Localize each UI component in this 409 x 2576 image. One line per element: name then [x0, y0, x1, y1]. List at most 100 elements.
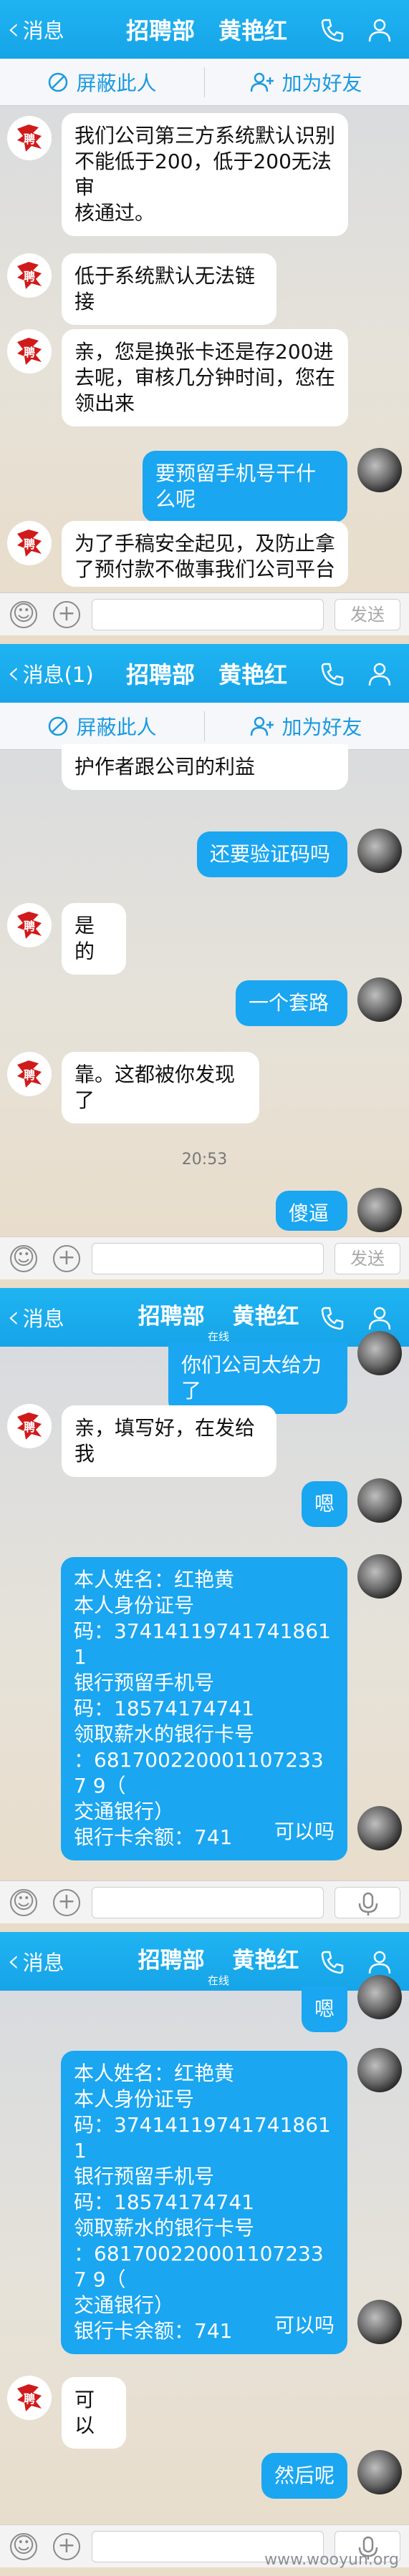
timestamp: 20:53	[181, 1151, 228, 1169]
phone-icon[interactable]	[318, 1304, 347, 1332]
action-bar: 屏蔽此人 加为好友	[0, 59, 409, 106]
my-avatar[interactable]	[357, 448, 402, 492]
message-bubble: 一个套路	[236, 980, 347, 1026]
my-avatar[interactable]	[357, 1478, 402, 1523]
my-avatar[interactable]	[357, 829, 402, 873]
emoji-icon[interactable]: ☺	[10, 601, 37, 628]
back-button[interactable]: ‹ 消息	[7, 1943, 64, 1979]
back-button[interactable]: ‹ 消息(1)	[7, 655, 94, 691]
plus-icon[interactable]: +	[53, 2533, 80, 2560]
chevron-left-icon: ‹	[7, 655, 20, 691]
group-name: 招聘部	[138, 1304, 205, 1330]
online-status: 在线	[207, 1974, 229, 1987]
phone-icon[interactable]	[318, 16, 347, 44]
add-friend-button[interactable]: 加为好友	[204, 59, 408, 106]
message-bubble: 要预留手机号干什么呢	[143, 451, 347, 522]
block-label: 屏蔽此人	[76, 716, 157, 739]
title-bar: ‹ 消息 招聘部 黄艳红 在线	[0, 1932, 409, 1991]
svg-text:聘: 聘	[24, 537, 35, 551]
input-bar: ☺ + 发送	[0, 592, 409, 635]
contact-name: 黄艳红	[218, 661, 288, 688]
voice-button[interactable]	[335, 1887, 400, 1918]
contact-avatar[interactable]: 聘	[7, 903, 52, 947]
block-button[interactable]: 屏蔽此人	[0, 59, 204, 106]
my-avatar[interactable]	[357, 1188, 402, 1232]
plus-icon[interactable]: +	[53, 601, 80, 628]
my-avatar[interactable]	[357, 1331, 402, 1375]
back-label: 消息	[22, 19, 64, 43]
title-bar: ‹ 消息(1) 招聘部 黄艳红	[0, 644, 409, 703]
add-friend-label: 加为好友	[282, 716, 362, 739]
send-button[interactable]: 发送	[335, 599, 400, 630]
profile-icon[interactable]	[365, 16, 394, 44]
add-friend-button[interactable]: 加为好友	[204, 703, 408, 750]
message-bubble: 低于系统默认无法链接	[62, 253, 276, 325]
my-avatar[interactable]	[357, 1554, 402, 1599]
back-label: 消息	[22, 1951, 64, 1975]
svg-text:聘: 聘	[24, 1068, 35, 1082]
svg-text:聘: 聘	[24, 2392, 35, 2406]
contact-avatar[interactable]: 聘	[7, 2376, 52, 2420]
message-bubble: 嗯	[302, 1481, 347, 1527]
profile-icon[interactable]	[365, 1304, 394, 1332]
my-avatar[interactable]	[357, 977, 402, 1022]
back-label: 消息	[22, 1307, 64, 1331]
message-input[interactable]	[92, 1887, 324, 1918]
contact-name: 黄艳红	[218, 17, 288, 44]
chevron-left-icon: ‹	[7, 1299, 20, 1335]
contact-avatar[interactable]: 聘	[7, 253, 52, 298]
emoji-icon[interactable]: ☺	[10, 1245, 37, 1272]
title-bar: ‹ 消息 招聘部 黄艳红 在线	[0, 1288, 409, 1347]
phone-icon[interactable]	[318, 660, 347, 688]
my-avatar[interactable]	[357, 1975, 402, 2019]
chat-screen-2: ‹ 消息(1) 招聘部 黄艳红 屏蔽此人 加为好友 护作者跟公司的利益 还要验证码…	[0, 644, 409, 1288]
group-name: 招聘部	[138, 1948, 205, 1974]
message-bubble: 是的	[62, 903, 126, 975]
my-avatar[interactable]	[357, 2300, 402, 2344]
message-bubble: 可以吗	[261, 2303, 347, 2348]
my-avatar[interactable]	[357, 1806, 402, 1850]
emoji-icon[interactable]: ☺	[10, 1889, 37, 1916]
plus-icon[interactable]: +	[53, 1889, 80, 1916]
group-name: 招聘部	[126, 661, 196, 688]
back-button[interactable]: ‹ 消息	[7, 14, 64, 45]
message-bubble: 亲，您是换张卡还是存200进 去呢，审核几分钟时间，您在 领出来	[62, 329, 348, 426]
svg-text:聘: 聘	[24, 132, 35, 146]
message-bubble: 护作者跟公司的利益	[62, 744, 348, 790]
svg-text:聘: 聘	[24, 346, 35, 359]
chat-screen-1: ‹ 消息 招聘部 黄艳红 屏蔽此人 加为好友 聘 我们公司第三方系统默认识别 不能…	[0, 0, 409, 644]
contact-avatar[interactable]: 聘	[7, 116, 52, 160]
profile-icon[interactable]	[365, 660, 394, 688]
input-bar: ☺ +	[0, 1880, 409, 1923]
back-label: 消息(1)	[22, 663, 94, 687]
message-input[interactable]	[92, 1243, 324, 1274]
contact-avatar[interactable]: 聘	[7, 1404, 52, 1448]
svg-text:聘: 聘	[24, 1420, 35, 1434]
back-button[interactable]: ‹ 消息	[7, 1299, 64, 1335]
add-friend-label: 加为好友	[282, 72, 362, 95]
phone-icon[interactable]	[318, 1948, 347, 1976]
my-avatar[interactable]	[357, 2048, 402, 2092]
microphone-icon	[358, 1892, 378, 1916]
block-label: 屏蔽此人	[76, 72, 157, 95]
group-name: 招聘部	[126, 17, 196, 44]
message-bubble: 可以	[62, 2377, 126, 2449]
add-friend-icon	[251, 72, 274, 92]
chat-screen-4: ‹ 消息 招聘部 黄艳红 在线 嗯 本人姓名：红艳黄 本人身份证号 码：37414…	[0, 1932, 409, 2576]
plus-icon[interactable]: +	[53, 1245, 80, 1272]
emoji-icon[interactable]: ☺	[10, 2533, 37, 2560]
contact-name: 黄艳红	[232, 1948, 299, 1974]
my-avatar[interactable]	[357, 2450, 402, 2494]
contact-avatar[interactable]: 聘	[7, 1052, 52, 1096]
profile-icon[interactable]	[365, 1948, 394, 1976]
contact-avatar[interactable]: 聘	[7, 329, 52, 374]
block-button[interactable]: 屏蔽此人	[0, 703, 204, 750]
chevron-left-icon: ‹	[7, 1943, 20, 1979]
action-bar: 屏蔽此人 加为好友	[0, 703, 409, 750]
contact-avatar[interactable]: 聘	[7, 521, 52, 565]
message-input[interactable]	[92, 599, 324, 630]
svg-text:聘: 聘	[24, 270, 35, 283]
watermark: www.wooyun.org	[264, 2551, 399, 2569]
message-bubble: 然后呢	[261, 2453, 347, 2499]
send-button[interactable]: 发送	[335, 1243, 400, 1274]
